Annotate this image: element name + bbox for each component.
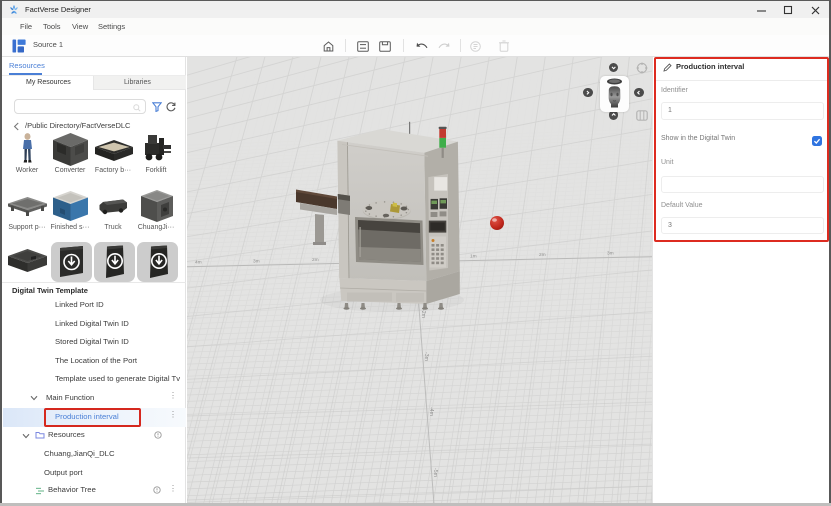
svg-text:3m: 3m	[607, 251, 614, 257]
svg-text:3m: 3m	[253, 258, 260, 264]
svg-text:-4m: -4m	[428, 407, 434, 416]
svg-text:-3m: -3m	[423, 352, 429, 361]
svg-text:4m: 4m	[195, 260, 202, 266]
svg-text:2m: 2m	[312, 257, 319, 263]
svg-text:2m: 2m	[539, 252, 546, 258]
svg-text:-5m: -5m	[432, 468, 438, 477]
svg-text:1m: 1m	[470, 254, 477, 260]
